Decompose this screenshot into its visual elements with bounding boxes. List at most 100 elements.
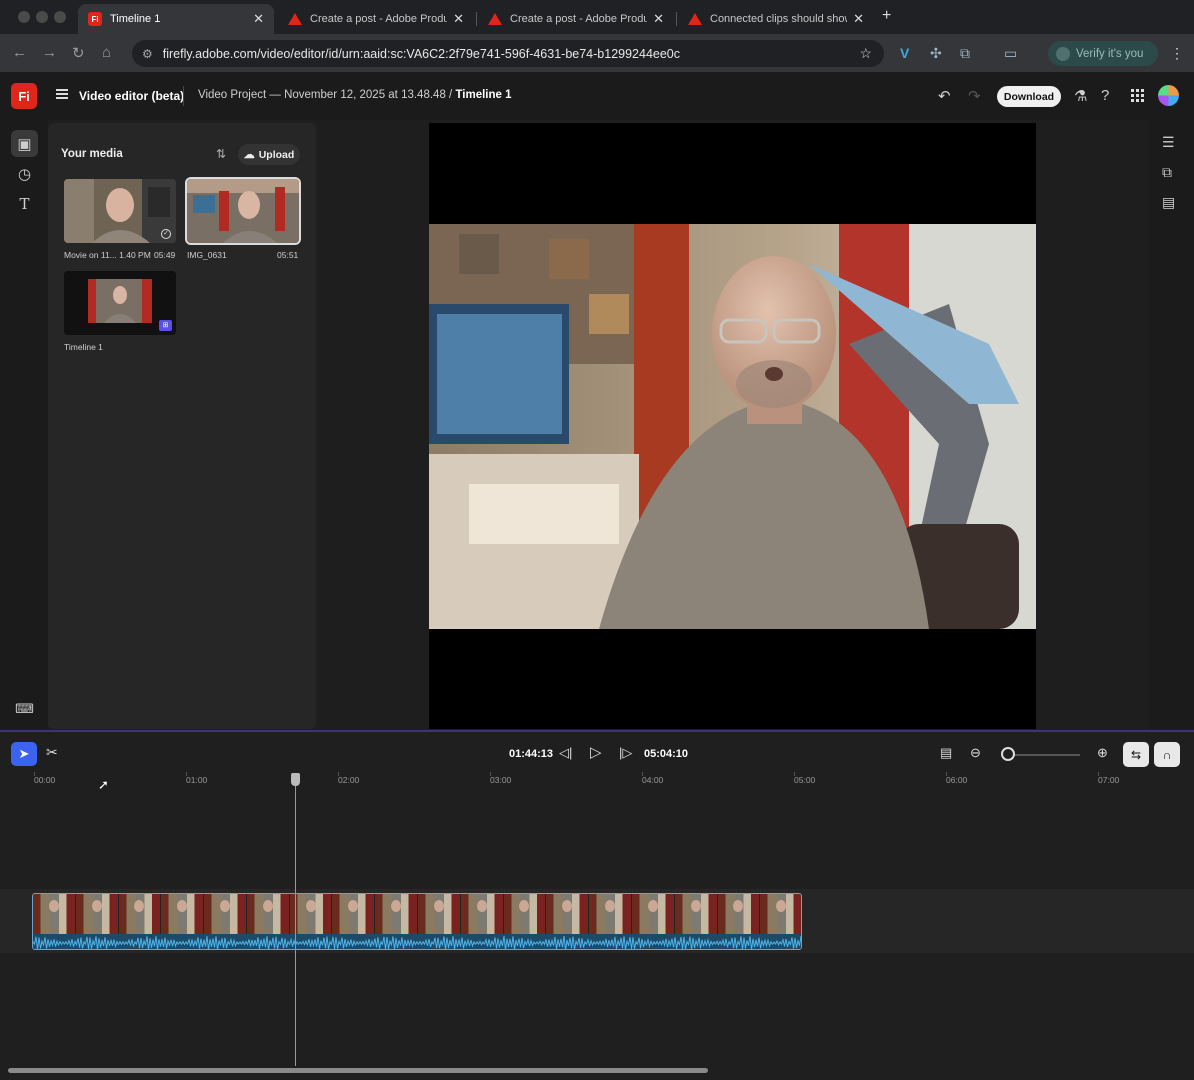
hamburger-menu-icon[interactable]	[56, 89, 68, 99]
ruler-label: 02:00	[338, 775, 360, 785]
tab-separator	[676, 12, 677, 26]
close-icon[interactable]: ✕	[253, 11, 264, 27]
breadcrumb: Video Project — November 12, 2025 at 13.…	[198, 89, 512, 101]
back-icon[interactable]: ←	[12, 44, 27, 61]
verify-label: Verify it's you	[1076, 47, 1144, 60]
media-item-duration: 05:49	[154, 250, 176, 260]
properties-panel-icon[interactable]: ▤	[1162, 194, 1175, 211]
video-clip[interactable]	[32, 893, 802, 950]
captions-icon[interactable]: ▤	[940, 745, 952, 761]
help-icon[interactable]: ?	[1101, 87, 1109, 104]
filter-icon[interactable]: ⇅	[216, 147, 226, 161]
video-preview[interactable]	[429, 123, 1036, 729]
firefly-icon: Fi	[88, 12, 102, 26]
undo-icon[interactable]: ↶	[938, 87, 951, 105]
reload-icon[interactable]: ↻	[72, 44, 85, 62]
magnet-snap-toggle[interactable]: ∩	[1154, 742, 1180, 767]
close-icon[interactable]: ✕	[453, 11, 464, 27]
media-item-name: IMG_0631	[187, 250, 227, 260]
playhead-line[interactable]	[295, 786, 296, 1066]
tab-title: Create a post - Adobe Produ	[510, 13, 648, 25]
user-avatar[interactable]	[1158, 85, 1179, 106]
step-forward-icon[interactable]: |▷	[619, 745, 632, 761]
upload-button[interactable]: ☁ Upload	[238, 144, 300, 165]
vimeo-extension-icon[interactable]: V	[900, 45, 909, 61]
breadcrumb-project[interactable]: Video Project — November 12, 2025 at 13.…	[198, 89, 446, 101]
scissors-cut-icon[interactable]: ✂	[46, 744, 58, 761]
playhead-handle[interactable]	[291, 773, 300, 786]
zoom-slider-handle[interactable]	[1001, 747, 1015, 761]
zoom-in-icon[interactable]: ⊕	[1097, 745, 1108, 761]
adobe-icon	[288, 13, 302, 25]
timeline-panel: ➤ ✂ 01:44:13 ◁| ▷ |▷ 05:04:10 ▤ ⊖ ⊕ ⇆ ∩ …	[0, 730, 1194, 1080]
redo-icon[interactable]: ↷	[968, 87, 981, 105]
video-frame	[429, 224, 1036, 629]
selection-tool-icon[interactable]: ➤	[11, 742, 37, 766]
labs-flask-icon[interactable]: ⚗	[1074, 87, 1087, 105]
window-zoom-dot[interactable]	[54, 11, 66, 23]
close-icon[interactable]: ✕	[853, 11, 864, 27]
profile-avatar-icon	[1056, 46, 1070, 61]
site-info-icon[interactable]: ⚙	[142, 47, 153, 61]
browser-tab-create-post-1[interactable]: Create a post - Adobe Produ ✕	[278, 4, 474, 34]
zoom-slider-track[interactable]	[1008, 754, 1080, 756]
media-item-duration: 05:51	[277, 250, 299, 260]
puzzle-extensions-icon[interactable]: ⧉	[960, 45, 970, 62]
audio-waveform	[33, 934, 801, 949]
media-item-name: Movie on 11... 1.40 PM	[64, 250, 151, 260]
media-item-img-0631[interactable]	[185, 177, 301, 245]
history-icon[interactable]: ◷	[11, 160, 38, 187]
close-icon[interactable]: ✕	[653, 11, 664, 27]
breadcrumb-current: Timeline 1	[455, 89, 512, 101]
keyboard-shortcuts-icon[interactable]: ⌨	[11, 695, 38, 722]
forward-icon[interactable]: →	[42, 44, 57, 61]
timeline-horizontal-scrollbar[interactable]	[8, 1068, 708, 1073]
adjustments-sliders-icon[interactable]: ☰	[1162, 134, 1175, 151]
browser-tab-create-post-2[interactable]: Create a post - Adobe Produ ✕	[478, 4, 674, 34]
browser-tab-connected-clips[interactable]: Connected clips should show ✕	[678, 4, 874, 34]
ruler-label: 00:00	[34, 775, 56, 785]
play-icon[interactable]: ▷	[590, 743, 602, 761]
new-tab-icon[interactable]: +	[882, 7, 891, 25]
browser-menu-icon[interactable]: ⋮	[1170, 45, 1184, 62]
verify-identity-button[interactable]: Verify it's you	[1048, 41, 1158, 66]
zoom-out-icon[interactable]: ⊖	[970, 745, 981, 761]
current-time: 01:44:13	[509, 748, 554, 760]
time-ruler[interactable]: 00:00 01:00 02:00 03:00 04:00 05:00 06:0…	[0, 772, 1194, 788]
window-close-dot[interactable]	[18, 11, 30, 23]
ripple-edit-toggle[interactable]: ⇆	[1123, 742, 1149, 767]
text-tool-icon[interactable]: T	[11, 190, 38, 217]
media-item-timeline[interactable]: ⊞	[64, 271, 176, 335]
clip-filmstrip	[33, 894, 801, 934]
apps-grid-icon[interactable]	[1131, 89, 1144, 102]
media-thumbnail	[64, 179, 176, 243]
mouse-cursor-icon: ➚	[98, 777, 109, 792]
media-panel: Your media ⇅ ☁ Upload ✓ Movie on 11... 1…	[48, 123, 316, 729]
ruler-label: 03:00	[490, 775, 512, 785]
step-back-icon[interactable]: ◁|	[559, 745, 572, 761]
url-field[interactable]: ⚙ firefly.adobe.com/video/editor/id/urn:…	[132, 40, 884, 67]
media-item-name: Timeline 1	[64, 342, 103, 352]
processed-check-icon: ✓	[161, 229, 171, 239]
export-frame-icon[interactable]: ⧉	[1162, 164, 1172, 181]
browser-tab-timeline[interactable]: Fi Timeline 1 ✕	[78, 4, 274, 34]
tab-title: Create a post - Adobe Produ	[310, 13, 448, 25]
upload-label: Upload	[258, 148, 295, 161]
url-text: firefly.adobe.com/video/editor/id/urn:aa…	[162, 46, 681, 61]
ruler-label: 07:00	[1098, 775, 1120, 785]
download-button[interactable]: Download	[997, 86, 1061, 107]
tab-search-icon[interactable]: ▭	[1004, 45, 1017, 62]
media-library-icon[interactable]: ▣	[11, 130, 38, 157]
home-icon[interactable]: ⌂	[102, 44, 111, 61]
ruler-label: 06:00	[946, 775, 968, 785]
tab-title: Timeline 1	[110, 13, 161, 25]
bookmark-star-icon[interactable]: ☆	[859, 45, 872, 62]
cloud-upload-icon: ☁	[243, 149, 255, 161]
tab-title: Connected clips should show	[710, 13, 848, 25]
extension-icon[interactable]: ✣	[930, 45, 942, 62]
firefly-logo[interactable]: Fi	[11, 83, 37, 109]
media-item-movie[interactable]: ✓	[64, 179, 176, 243]
ruler-label: 01:00	[186, 775, 208, 785]
window-minimize-dot[interactable]	[36, 11, 48, 23]
adobe-icon	[688, 13, 702, 25]
